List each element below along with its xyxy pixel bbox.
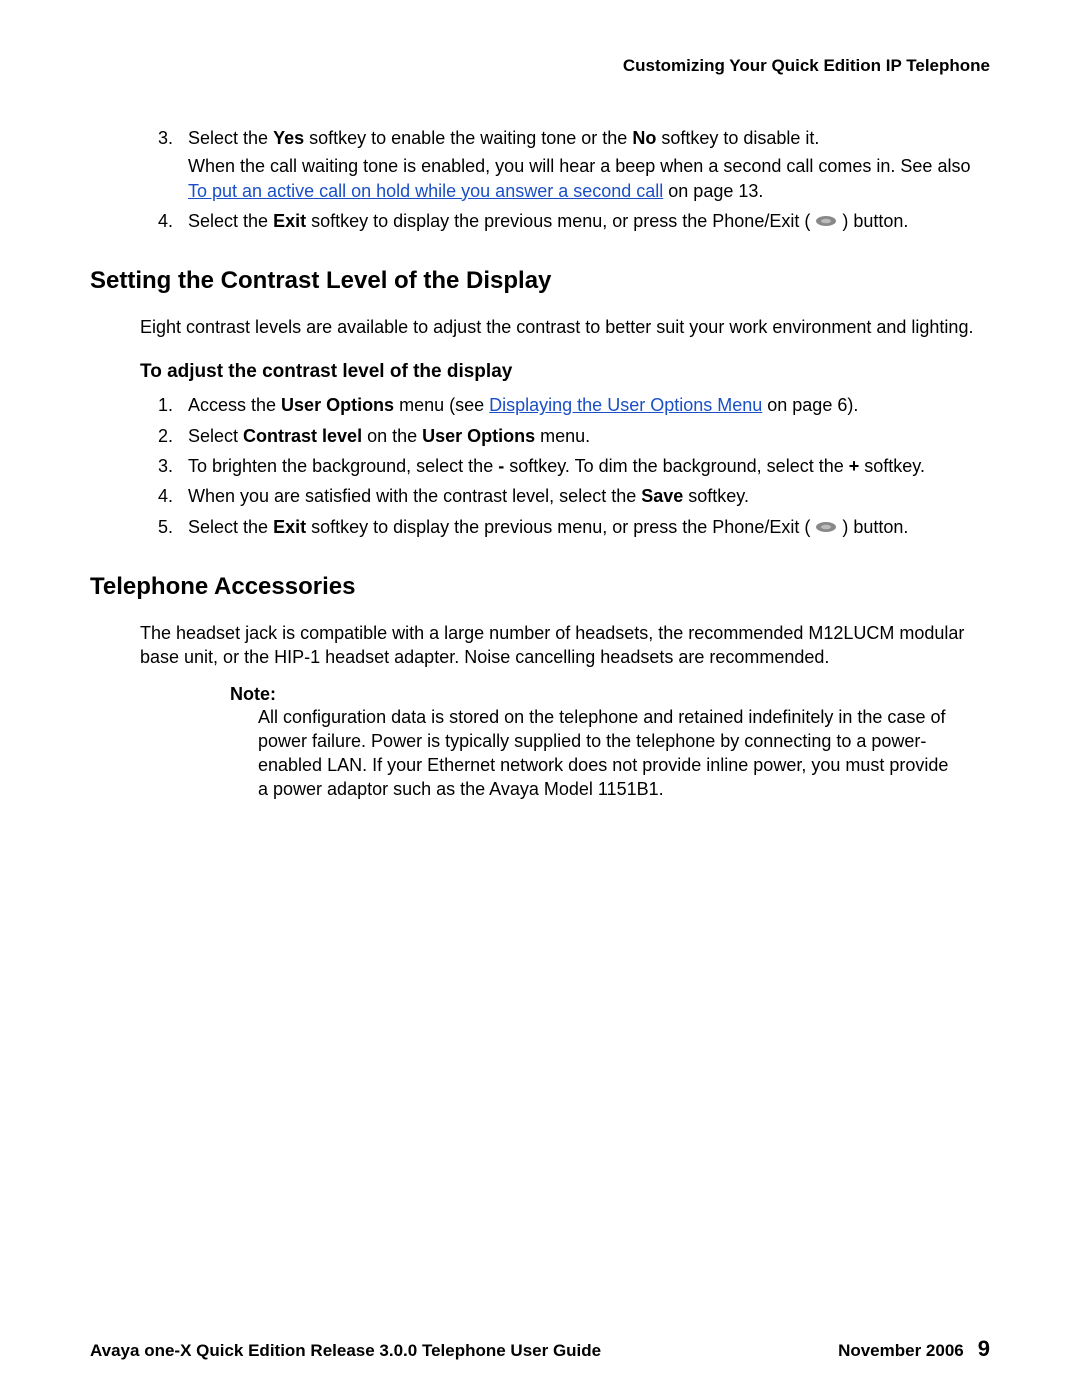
footer-doc-title: Avaya one-X Quick Edition Release 3.0.0 …: [90, 1341, 601, 1361]
contrast-intro: Eight contrast levels are available to a…: [140, 315, 990, 339]
text: on page 6).: [762, 395, 858, 415]
footer-right: November 2006 9: [838, 1336, 990, 1362]
section-header: Customizing Your Quick Edition IP Teleph…: [90, 56, 990, 76]
text: softkey to disable it.: [656, 128, 819, 148]
text: softkey to enable the waiting tone or th…: [304, 128, 632, 148]
step-marker: 3.: [158, 126, 173, 150]
text: ) button.: [837, 211, 908, 231]
bold-exit: Exit: [273, 517, 306, 537]
step-4: 4. Select the Exit softkey to display th…: [140, 209, 990, 233]
text: ) button.: [837, 517, 908, 537]
bold-user-options: User Options: [422, 426, 535, 446]
contrast-section: Eight contrast levels are available to a…: [140, 315, 990, 539]
step-marker: 1.: [158, 393, 173, 417]
contrast-step-5: 5. Select the Exit softkey to display th…: [140, 515, 990, 539]
note-text: All configuration data is stored on the …: [258, 705, 950, 802]
bold-plus: +: [849, 456, 860, 476]
text: Select: [188, 426, 243, 446]
bold-save: Save: [641, 486, 683, 506]
bold-exit: Exit: [273, 211, 306, 231]
accessories-section: The headset jack is compatible with a la…: [140, 621, 990, 802]
text: When you are satisfied with the contrast…: [188, 486, 641, 506]
text: menu (see: [394, 395, 489, 415]
bold-user-options: User Options: [281, 395, 394, 415]
accessories-intro: The headset jack is compatible with a la…: [140, 621, 990, 670]
text: softkey to display the previous menu, or…: [306, 517, 815, 537]
step-marker: 4.: [158, 209, 173, 233]
text: on the: [362, 426, 422, 446]
text: softkey.: [683, 486, 749, 506]
page-number: 9: [978, 1336, 990, 1361]
contrast-step-2: 2. Select Contrast level on the User Opt…: [140, 424, 990, 448]
text: Select the: [188, 211, 273, 231]
footer-date: November 2006: [838, 1341, 964, 1360]
note-label: Note:: [230, 684, 950, 705]
note-block: Note: All configuration data is stored o…: [180, 684, 950, 802]
text: Select the: [188, 517, 273, 537]
text: softkey to display the previous menu, or…: [306, 211, 815, 231]
contrast-step-3: 3. To brighten the background, select th…: [140, 454, 990, 478]
text: menu.: [535, 426, 590, 446]
step-3: 3. Select the Yes softkey to enable the …: [140, 126, 990, 203]
bold-yes: Yes: [273, 128, 304, 148]
continued-steps: 3. Select the Yes softkey to enable the …: [140, 126, 990, 233]
contrast-step-1: 1. Access the User Options menu (see Dis…: [140, 393, 990, 417]
page: Customizing Your Quick Edition IP Teleph…: [0, 0, 1080, 1397]
text: softkey. To dim the background, select t…: [504, 456, 849, 476]
link-user-options-menu[interactable]: Displaying the User Options Menu: [489, 395, 762, 415]
step-marker: 2.: [158, 424, 173, 448]
page-footer: Avaya one-X Quick Edition Release 3.0.0 …: [90, 1336, 990, 1362]
text: To brighten the background, select the: [188, 456, 498, 476]
phone-exit-icon: [815, 521, 837, 533]
step-marker: 3.: [158, 454, 173, 478]
text: on page 13.: [663, 181, 763, 201]
text: Access the: [188, 395, 281, 415]
subheading-contrast: To adjust the contrast level of the disp…: [140, 361, 990, 383]
heading-contrast: Setting the Contrast Level of the Displa…: [90, 267, 990, 295]
phone-exit-icon: [815, 215, 837, 227]
heading-accessories: Telephone Accessories: [90, 573, 990, 601]
contrast-step-4: 4. When you are satisfied with the contr…: [140, 484, 990, 508]
bold-contrast-level: Contrast level: [243, 426, 362, 446]
link-hold-call[interactable]: To put an active call on hold while you …: [188, 181, 663, 201]
bold-no: No: [632, 128, 656, 148]
step-marker: 5.: [158, 515, 173, 539]
text: Select the: [188, 128, 273, 148]
step-marker: 4.: [158, 484, 173, 508]
text: softkey.: [859, 456, 925, 476]
text: When the call waiting tone is enabled, y…: [188, 156, 970, 176]
